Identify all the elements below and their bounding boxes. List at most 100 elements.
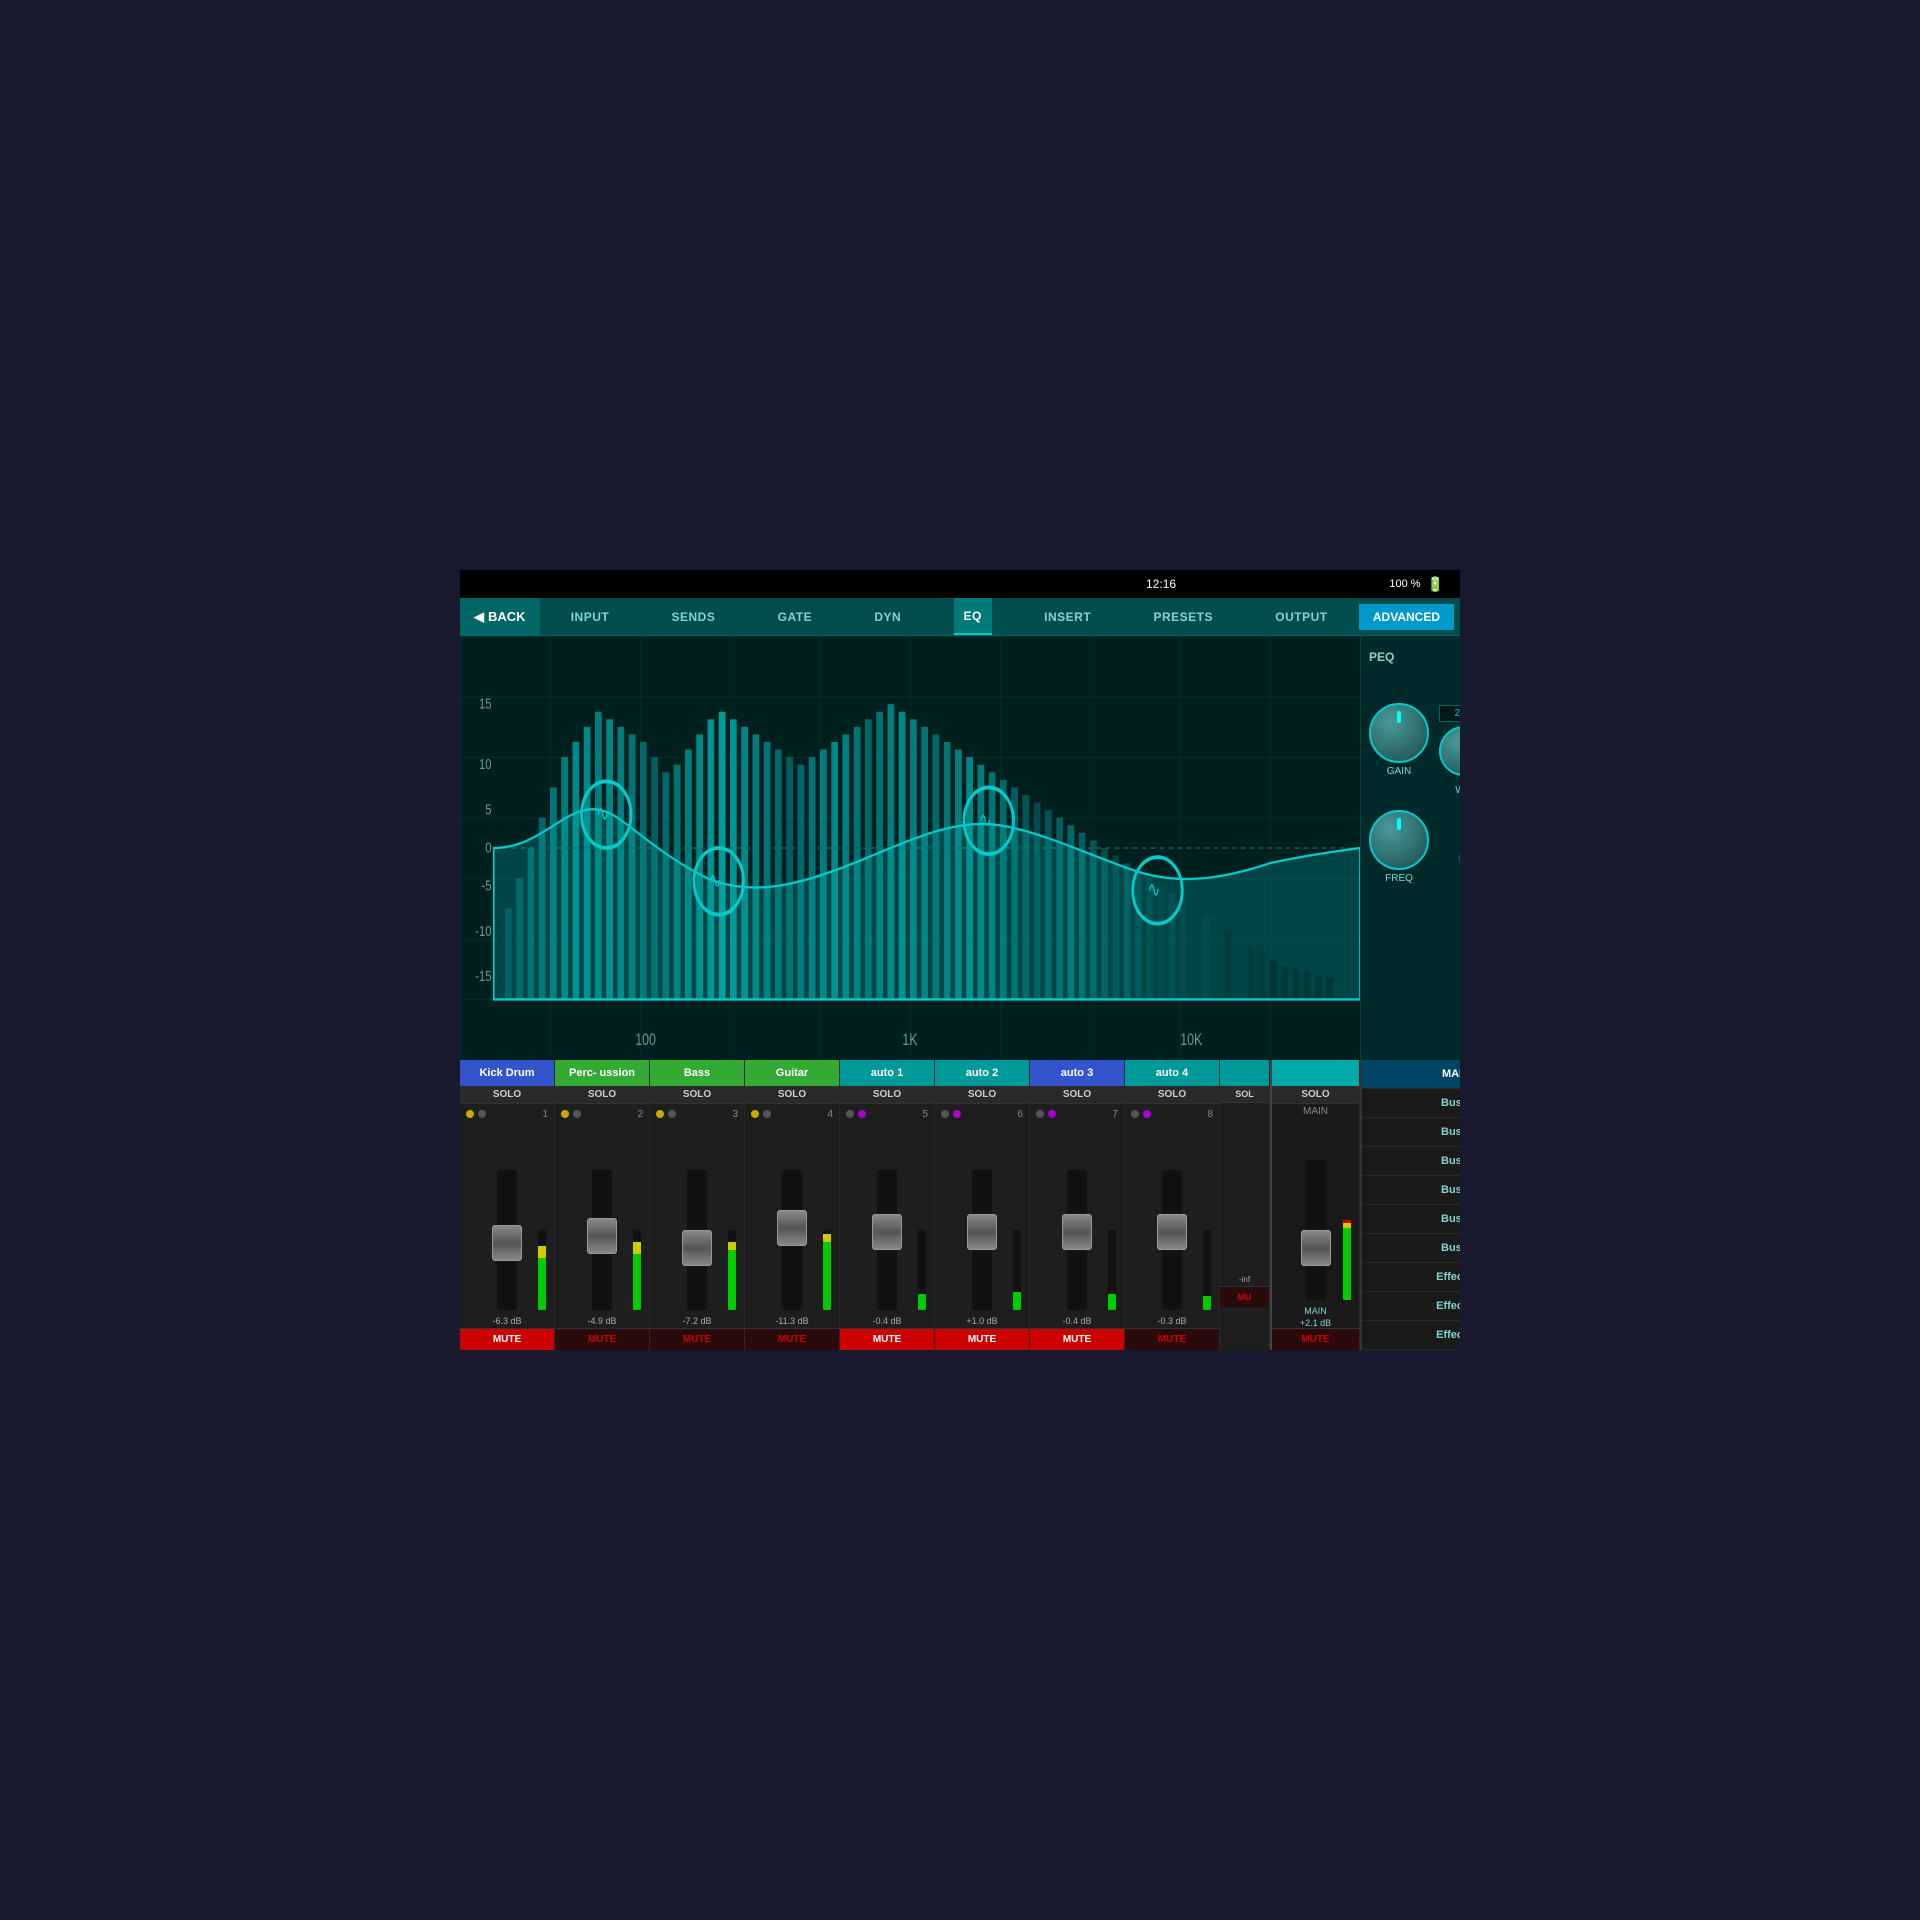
link-button[interactable]: ⊕ <box>1459 844 1461 872</box>
ch2-label[interactable]: Perc- ussion <box>555 1060 649 1086</box>
right-sidebar: MAIN Bus 1 Bus 2 Bus 3 Bus 4 Bus 5 Bus 6… <box>1360 1060 1460 1350</box>
ch2-mute[interactable]: MUTE <box>555 1328 649 1350</box>
ch3-label[interactable]: Bass <box>650 1060 744 1086</box>
sidebar-effect1[interactable]: Effect 1 <box>1362 1263 1460 1292</box>
ch9-solo[interactable]: SOL <box>1220 1086 1269 1103</box>
ch7-label[interactable]: auto 3 <box>1030 1060 1124 1086</box>
tab-presets[interactable]: PRESETS <box>1143 598 1223 635</box>
ch8-fader[interactable] <box>1157 1214 1187 1250</box>
width-knob[interactable] <box>1439 726 1460 776</box>
sidebar-bus3[interactable]: Bus 3 <box>1362 1147 1460 1176</box>
ch8-db: -0.3 dB <box>1125 1314 1219 1328</box>
ch4-label[interactable]: Guitar <box>745 1060 839 1086</box>
ch3-mute[interactable]: MUTE <box>650 1328 744 1350</box>
back-label: BACK <box>488 609 526 624</box>
ch5-mute[interactable]: MUTE <box>840 1328 934 1350</box>
ch4-mute[interactable]: MUTE <box>745 1328 839 1350</box>
sidebar-bus6[interactable]: Bus 6 <box>1362 1234 1460 1263</box>
main-solo[interactable]: SOLO <box>1272 1086 1359 1104</box>
eq-icon-row: ⊕ ⏻ <box>1459 844 1461 872</box>
ch3-fader[interactable] <box>682 1230 712 1266</box>
ch7-solo[interactable]: SOLO <box>1030 1086 1124 1104</box>
advanced-button[interactable]: ADVANCED <box>1359 604 1454 630</box>
ch2-fader[interactable] <box>587 1218 617 1254</box>
ch8-solo[interactable]: SOLO <box>1125 1086 1219 1104</box>
tab-sends[interactable]: SENDS <box>662 598 726 635</box>
tab-output[interactable]: OUTPUT <box>1265 598 1337 635</box>
eq-display: ∿ ∿ ∿ ∿ 100 1K 10K 15 10 <box>460 636 1360 1060</box>
ch6-num: 6 <box>965 1109 1023 1120</box>
sidebar-bus5[interactable]: Bus 5 <box>1362 1205 1460 1234</box>
sidebar-main[interactable]: MAIN <box>1362 1060 1460 1089</box>
tab-dyn[interactable]: DYN <box>864 598 911 635</box>
channel-3: Bass SOLO 3 <box>650 1060 745 1350</box>
freq-controls: 60Hz ⊕ ⏻ <box>1439 823 1460 872</box>
main-fader[interactable] <box>1301 1230 1331 1266</box>
ch1-mute[interactable]: MUTE <box>460 1328 554 1350</box>
ch5-fader[interactable] <box>872 1214 902 1250</box>
svg-text:-10: -10 <box>475 922 491 939</box>
ch7-fader[interactable] <box>1062 1214 1092 1250</box>
ch6-label[interactable]: auto 2 <box>935 1060 1029 1086</box>
ch1-fader[interactable] <box>492 1225 522 1261</box>
ch7-num: 7 <box>1060 1109 1118 1120</box>
ch2-num-row: 2 <box>555 1104 649 1124</box>
freq-knob[interactable] <box>1369 810 1429 870</box>
ch3-solo[interactable]: SOLO <box>650 1086 744 1104</box>
ch2-solo[interactable]: SOLO <box>555 1086 649 1104</box>
ch7-mute[interactable]: MUTE <box>1030 1328 1124 1350</box>
channel-6: auto 2 SOLO 6 <box>935 1060 1030 1350</box>
gain-knob[interactable] <box>1369 703 1429 763</box>
ch4-fader[interactable] <box>777 1210 807 1246</box>
ch8-mute[interactable]: MUTE <box>1125 1328 1219 1350</box>
sidebar-effect2[interactable]: Effect 2 <box>1362 1292 1460 1321</box>
peq-header: PEQ ∿ <box>1369 646 1460 667</box>
ch6-fader-area <box>935 1124 1029 1314</box>
tab-insert[interactable]: INSERT <box>1034 598 1101 635</box>
ch2-db: -4.9 dB <box>555 1314 649 1328</box>
sidebar-bus1[interactable]: Bus 1 <box>1362 1089 1460 1118</box>
ch4-fader-area <box>745 1124 839 1314</box>
ch5-solo[interactable]: SOLO <box>840 1086 934 1104</box>
gain-row: GAIN 2.5 dB <box>1369 703 1460 777</box>
ch1-solo[interactable]: SOLO <box>460 1086 554 1104</box>
ch8-label[interactable]: auto 4 <box>1125 1060 1219 1086</box>
ch2-fader-area <box>555 1124 649 1314</box>
ch6-mute[interactable]: MUTE <box>935 1328 1029 1350</box>
svg-text:0: 0 <box>485 839 491 856</box>
back-button[interactable]: ◀ BACK <box>460 598 540 635</box>
ch5-fader-area <box>840 1124 934 1314</box>
ch5-num: 5 <box>870 1109 928 1120</box>
sidebar-bus4[interactable]: Bus 4 <box>1362 1176 1460 1205</box>
main-mute[interactable]: MUTE <box>1272 1328 1359 1350</box>
ch6-dot2 <box>953 1110 961 1118</box>
sidebar-bus2[interactable]: Bus 2 <box>1362 1118 1460 1147</box>
freq-row: FREQ 60Hz ⊕ ⏻ <box>1369 810 1460 884</box>
sidebar-effect3[interactable]: Effect 3 <box>1362 1321 1460 1350</box>
svg-text:-15: -15 <box>475 968 491 985</box>
ch1-label[interactable]: Kick Drum <box>460 1060 554 1086</box>
nav-tabs: INPUT SENDS GATE DYN EQ INSERT PRESETS O… <box>540 598 1359 635</box>
ch9-mute[interactable]: MU <box>1220 1286 1269 1307</box>
channels-area: Kick Drum SOLO 1 <box>460 1060 1270 1350</box>
ch8-num-row: 8 <box>1125 1104 1219 1124</box>
ch7-db: -0.4 dB <box>1030 1314 1124 1328</box>
gain-label: GAIN <box>1387 766 1411 777</box>
tab-input[interactable]: INPUT <box>561 598 620 635</box>
main-label[interactable] <box>1272 1060 1359 1086</box>
tab-gate[interactable]: GATE <box>768 598 822 635</box>
gain-value[interactable]: 2.5 dB <box>1439 705 1460 722</box>
channel-5: auto 1 SOLO 5 <box>840 1060 935 1350</box>
ch6-solo[interactable]: SOLO <box>935 1086 1029 1104</box>
ch9-label[interactable] <box>1220 1060 1269 1086</box>
ch6-fader[interactable] <box>967 1214 997 1250</box>
back-icon: ◀ <box>474 609 484 625</box>
main-db-value: +2.1 dB <box>1272 1318 1359 1328</box>
svg-text:5: 5 <box>485 801 491 818</box>
peq-label: PEQ <box>1369 650 1394 664</box>
top-nav: ◀ BACK INPUT SENDS GATE DYN EQ INSERT PR… <box>460 598 1460 636</box>
ch1-dot2 <box>478 1110 486 1118</box>
ch4-solo[interactable]: SOLO <box>745 1086 839 1104</box>
tab-eq[interactable]: EQ <box>954 598 992 635</box>
ch5-label[interactable]: auto 1 <box>840 1060 934 1086</box>
